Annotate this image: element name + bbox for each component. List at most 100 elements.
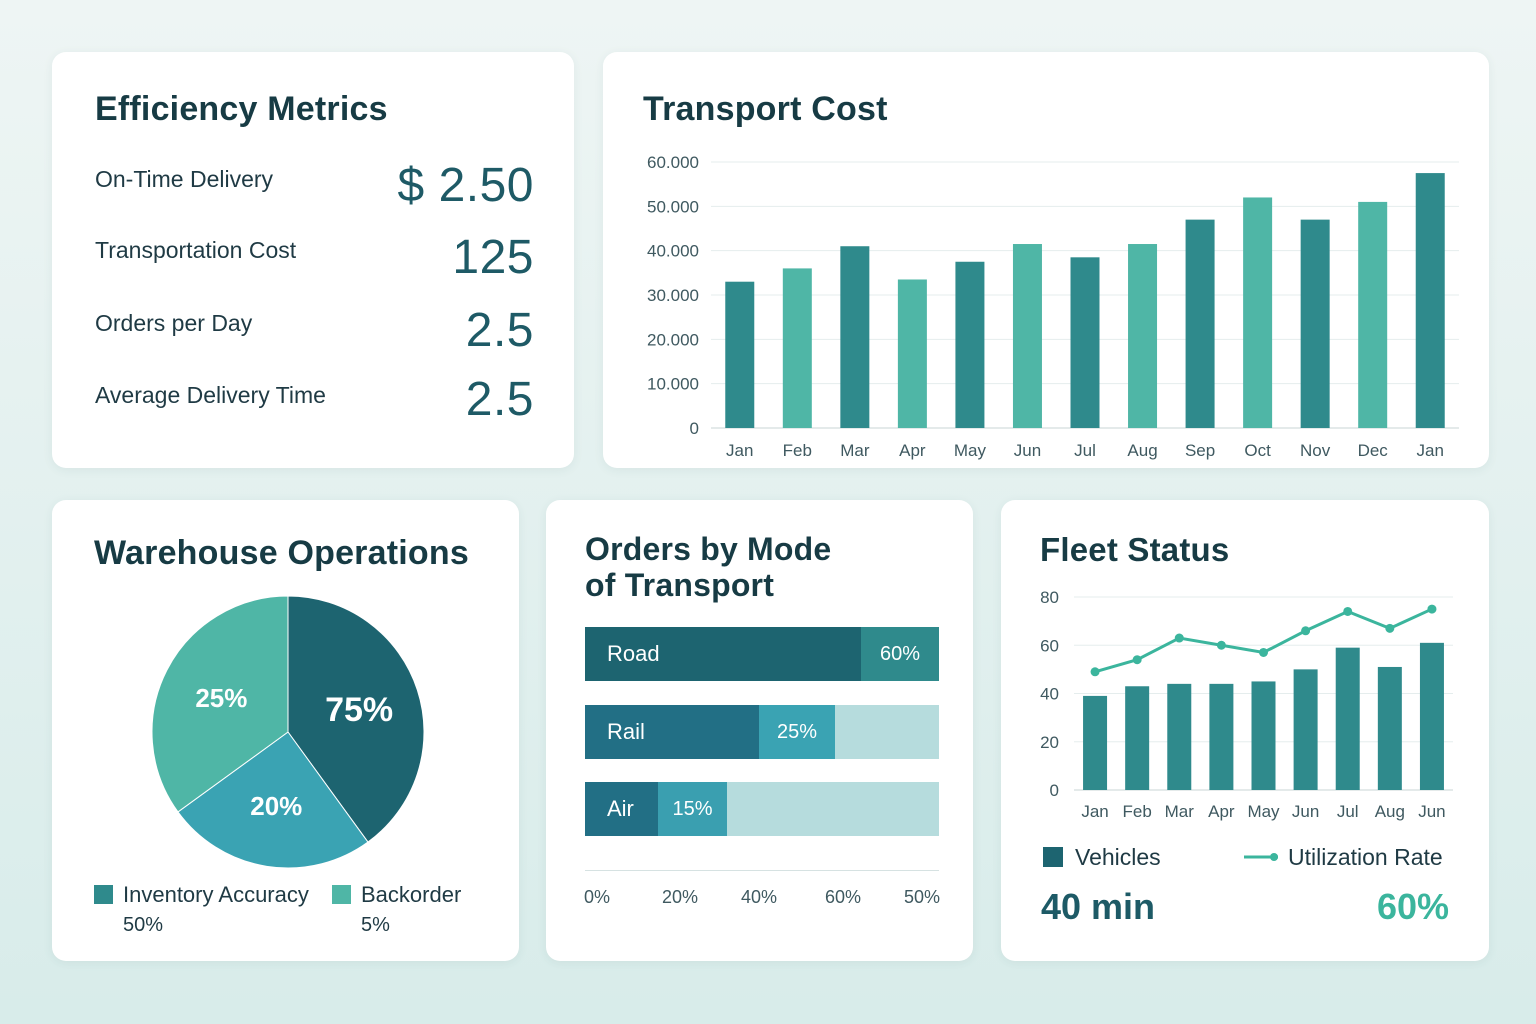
transport-cost-card: Transport Cost 0 10.000 20.000 30.000 40.000… [603, 52, 1489, 468]
y-tick-label: 10.000 [647, 375, 699, 394]
mode-bar-rail-pct: 25% [759, 705, 835, 759]
mode-bar-air-label: Air [585, 782, 658, 836]
orders-by-mode-card: Orders by Mode of Transport Road 60% Rai… [546, 500, 973, 961]
efficiency-metrics-title: Efficiency Metrics [95, 90, 388, 128]
x-tick-label: May [1247, 802, 1280, 821]
orders-by-mode-title: Orders by Mode of Transport [585, 531, 832, 604]
x-tick-label: Feb [1123, 802, 1152, 821]
y-tick-label: 0 [1050, 781, 1059, 800]
bar-vehicles [1167, 683, 1192, 790]
pie-slice-label: 20% [250, 791, 302, 821]
bar-vehicles [1083, 695, 1108, 790]
mode-bar-road-pct: 60% [861, 627, 939, 681]
bar [782, 268, 812, 428]
line-point-utilization [1259, 647, 1268, 657]
bar [955, 261, 985, 428]
x-tick-label: Apr [1208, 802, 1235, 821]
bar [725, 281, 755, 428]
y-tick-label: 20 [1040, 733, 1059, 752]
y-tick-label: 60.000 [647, 153, 699, 172]
x-tick-label: Mar [840, 441, 870, 460]
metric-value-average-delivery-time: 2.5 [465, 373, 534, 426]
metric-label-transportation-cost: Transportation Cost [95, 237, 297, 263]
x-tick-label: Jul [1337, 802, 1359, 821]
legend-label-backorder: Backorder [361, 882, 462, 907]
bar [1415, 173, 1445, 428]
orders-by-mode-title-line2: of Transport [585, 566, 775, 603]
y-tick-label: 60 [1040, 636, 1059, 655]
mode-bar-rail-label: Rail [585, 705, 759, 759]
pie-slice-label: 25% [195, 683, 247, 713]
mode-axis-tick: 60% [825, 887, 862, 907]
x-tick-label: May [954, 441, 987, 460]
metric-value-on-time-delivery: $ 2.50 [397, 159, 534, 212]
x-tick-label: Apr [899, 441, 926, 460]
bar [1070, 257, 1100, 428]
efficiency-metrics-card: Efficiency Metrics On-Time Delivery $ 2.… [52, 52, 574, 468]
x-tick-label: Oct [1244, 441, 1271, 460]
x-tick-label: Feb [783, 441, 812, 460]
mode-axis-tick: 50% [904, 887, 941, 907]
x-tick-label: Jan [1417, 441, 1444, 460]
legend-label-inventory-accuracy: Inventory Accuracy [123, 882, 309, 907]
mode-bar-road-label: Road [585, 627, 861, 681]
legend-swatch-backorder [332, 885, 351, 904]
orders-by-mode-title-line1: Orders by Mode [585, 531, 832, 567]
line-point-utilization [1343, 606, 1353, 616]
x-tick-label: Jun [1014, 441, 1041, 460]
metric-value-transportation-cost: 125 [452, 231, 534, 284]
bar-vehicles [1335, 647, 1360, 790]
fleet-status-card: Fleet Status 0 20 40 60 80 Jan Feb Mar Apr May Jun… [1001, 500, 1489, 961]
line-point-utilization [1385, 623, 1395, 633]
legend-swatch-vehicles [1043, 847, 1063, 867]
x-tick-label: Dec [1358, 441, 1389, 460]
line-point-utilization [1216, 640, 1226, 650]
x-tick-label: Jul [1074, 441, 1096, 460]
fleet-stat-time: 40 min [1041, 886, 1156, 927]
bar [1358, 201, 1388, 428]
x-tick-label: Jun [1292, 802, 1319, 821]
bar-vehicles [1377, 666, 1402, 790]
metric-label-on-time-delivery: On-Time Delivery [95, 166, 274, 192]
bar [1243, 197, 1273, 428]
y-tick-label: 30.000 [647, 286, 699, 305]
y-tick-label: 80 [1040, 588, 1059, 607]
line-utilization-rate [1094, 607, 1433, 674]
mode-bar-road: Road 60% [585, 627, 939, 681]
metric-label-orders-per-day: Orders per Day [95, 310, 253, 336]
x-tick-label: Nov [1300, 441, 1331, 460]
legend-line-utilization-icon [1244, 853, 1278, 861]
mode-axis-tick: 0% [584, 887, 611, 907]
legend-label-vehicles: Vehicles [1075, 844, 1161, 870]
mode-bar-air-pct: 15% [658, 782, 727, 836]
x-tick-label: Aug [1375, 802, 1405, 821]
legend-swatch-inventory-accuracy [94, 885, 113, 904]
transport-cost-chart: 0 10.000 20.000 30.000 40.000 50.000 60.000 Jan… [647, 153, 1459, 460]
bar-vehicles [1419, 642, 1444, 790]
bar [1012, 244, 1042, 428]
mode-axis-line [585, 870, 939, 871]
line-point-utilization [1174, 633, 1184, 643]
metric-label-average-delivery-time: Average Delivery Time [95, 382, 326, 408]
pie-slice-label: 75% [325, 691, 393, 729]
bar [897, 279, 927, 428]
y-tick-label: 40 [1040, 685, 1059, 704]
mode-axis-tick: 40% [741, 887, 778, 907]
bar [1185, 219, 1215, 428]
mode-bar-rail: Rail 25% [585, 705, 939, 759]
bar [840, 246, 870, 428]
line-point-utilization [1132, 655, 1142, 665]
mode-axis-tick: 20% [662, 887, 699, 907]
line-point-utilization [1090, 667, 1100, 677]
metric-value-orders-per-day: 2.5 [465, 304, 534, 357]
warehouse-operations-card: Warehouse Operations 75% 20% 25% Inventory… [52, 500, 519, 961]
warehouse-pie-chart: 75% 20% 25% [151, 595, 425, 869]
line-point-utilization [1427, 604, 1437, 614]
legend-value-backorder: 5% [361, 914, 390, 936]
bar-vehicles [1251, 681, 1276, 790]
y-tick-label: 0 [690, 419, 699, 438]
x-tick-label: Mar [1165, 802, 1195, 821]
bar [1128, 244, 1158, 428]
fleet-stat-utilization: 60% [1376, 886, 1449, 927]
legend-value-inventory-accuracy: 50% [123, 914, 164, 936]
